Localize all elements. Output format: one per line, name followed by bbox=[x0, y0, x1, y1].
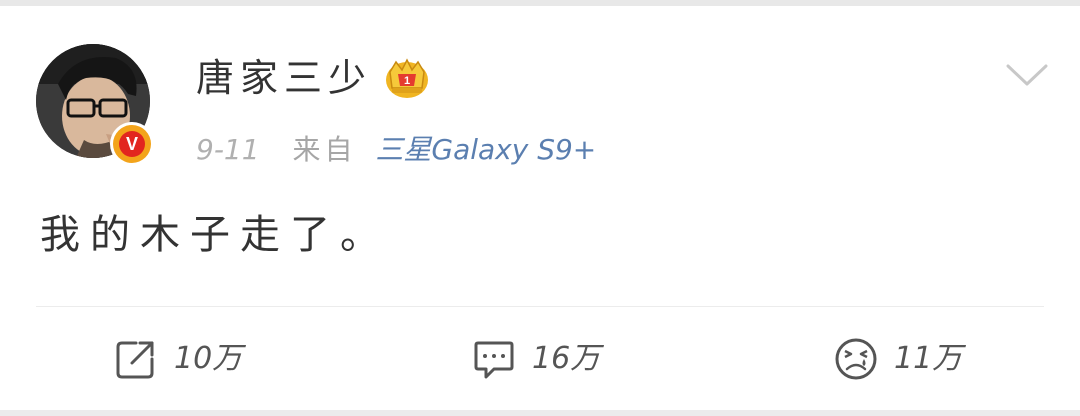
divider bbox=[36, 306, 1044, 307]
verified-letter: V bbox=[119, 131, 145, 157]
comment-count: 16万 bbox=[532, 341, 601, 376]
chevron-down-icon[interactable] bbox=[1004, 60, 1050, 90]
repost-share-icon bbox=[116, 341, 154, 379]
comment-button[interactable]: 16万 bbox=[472, 336, 600, 382]
repost-count: 10万 bbox=[174, 341, 243, 376]
reaction-count: 11万 bbox=[894, 341, 963, 376]
svg-text:1: 1 bbox=[404, 75, 410, 87]
repost-button[interactable]: 10万 bbox=[114, 336, 242, 382]
source-device-link[interactable]: 三星Galaxy S9+ bbox=[375, 133, 596, 166]
post-date: 9-11 bbox=[196, 133, 260, 166]
comment-icon bbox=[474, 341, 514, 379]
post-meta: 9-11 来自 三星Galaxy S9+ bbox=[196, 132, 596, 168]
source-prefix: 来自 bbox=[292, 133, 357, 166]
sad-reaction-button[interactable]: 11万 bbox=[834, 336, 962, 382]
post-text: 我的木子走了。 bbox=[40, 212, 390, 258]
crying-face-icon bbox=[835, 338, 877, 380]
verified-v-icon: V bbox=[110, 122, 154, 166]
bottom-separator bbox=[0, 410, 1080, 416]
username[interactable]: 唐家三少 bbox=[196, 56, 372, 100]
crown-icon: 1 bbox=[386, 58, 428, 98]
